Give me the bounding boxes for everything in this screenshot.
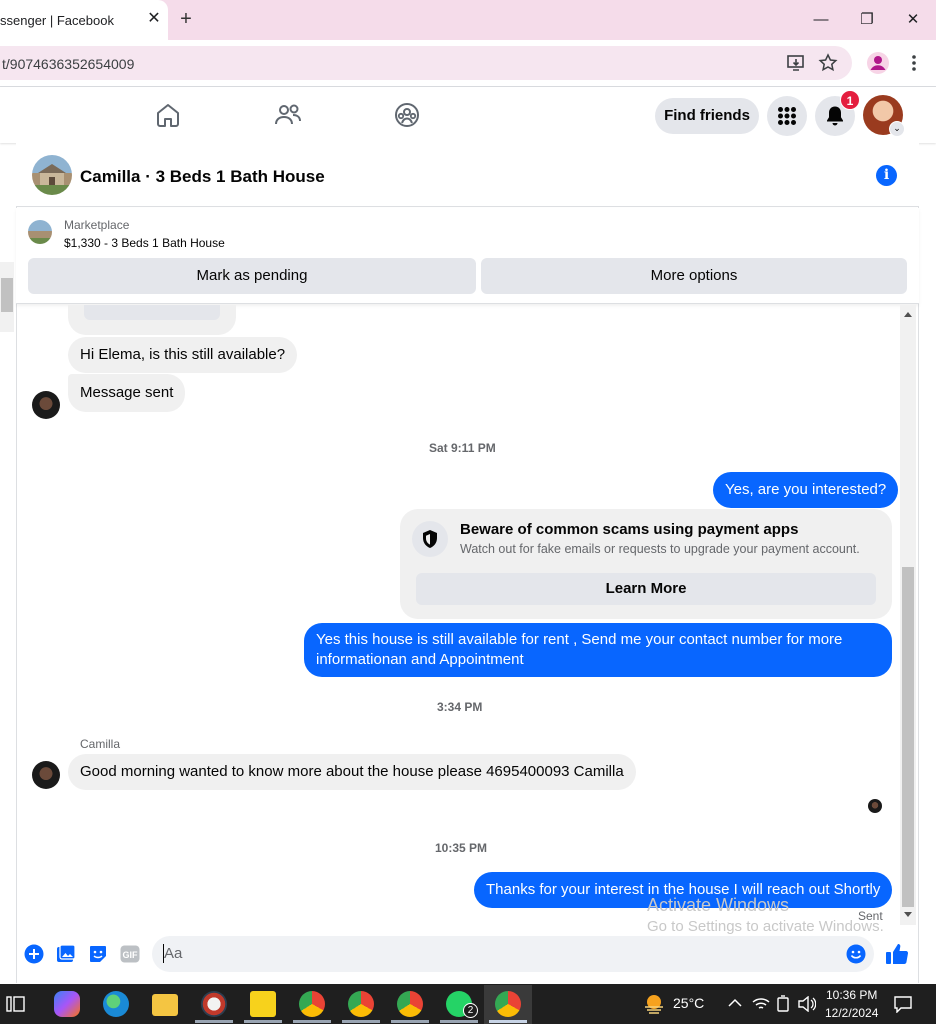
running-indicator bbox=[195, 1020, 233, 1023]
install-app-icon[interactable] bbox=[786, 54, 806, 72]
buyer-details-button[interactable] bbox=[84, 305, 220, 320]
chrome-profile-a-icon[interactable] bbox=[299, 991, 325, 1017]
tab-close-icon[interactable]: ✕ bbox=[144, 9, 164, 29]
chrome-profile-icon[interactable] bbox=[866, 51, 890, 75]
timestamp: Sat 9:11 PM bbox=[429, 441, 496, 455]
chrome-profile-b-icon[interactable] bbox=[348, 991, 374, 1017]
url-text[interactable]: t/9074636352654009 bbox=[2, 56, 134, 72]
shield-icon bbox=[412, 521, 448, 557]
running-indicator bbox=[391, 1020, 429, 1023]
notification-center-icon[interactable] bbox=[894, 995, 912, 1013]
browser-tab-strip: ssenger | Facebook ✕ + — ❐ ✕ bbox=[0, 0, 936, 40]
notification-badge: 1 bbox=[840, 90, 860, 110]
browser-tab[interactable]: ssenger | Facebook ✕ bbox=[0, 0, 168, 40]
mark-as-pending-button[interactable]: Mark as pending bbox=[28, 258, 476, 294]
sticky-notes-icon[interactable] bbox=[250, 991, 276, 1017]
activation-watermark: Activate Windows bbox=[647, 895, 790, 915]
buyer-details-card bbox=[68, 305, 236, 335]
contact-avatar[interactable] bbox=[32, 391, 60, 419]
task-view-icon[interactable] bbox=[6, 995, 26, 1013]
message-line: Yes this house is still available for re… bbox=[316, 631, 843, 648]
thread-title[interactable]: Camilla · 3 Beds 1 Bath House bbox=[80, 167, 325, 187]
photo-icon[interactable] bbox=[56, 944, 76, 964]
scam-warning-title: Beware of common scams using payment app… bbox=[460, 521, 799, 538]
svg-text:GIF: GIF bbox=[123, 950, 139, 960]
incoming-message: Message sent bbox=[68, 374, 186, 412]
chevron-down-icon[interactable]: ⌄ bbox=[889, 121, 905, 137]
scam-warning-description: Watch out for fake emails or requests to… bbox=[460, 542, 860, 556]
thread-avatar[interactable] bbox=[32, 155, 72, 195]
groups-icon[interactable] bbox=[393, 101, 421, 129]
clock-time[interactable]: 10:36 PM bbox=[826, 988, 877, 1002]
weather-temperature[interactable]: 25°C bbox=[673, 995, 704, 1011]
more-options-button[interactable]: More options bbox=[481, 258, 907, 294]
chrome-active-icon[interactable] bbox=[495, 991, 521, 1017]
copilot-icon[interactable] bbox=[54, 991, 80, 1017]
info-icon[interactable]: i bbox=[876, 165, 897, 186]
seen-avatar bbox=[868, 799, 882, 813]
clock-date[interactable]: 12/2/2024 bbox=[825, 1006, 878, 1020]
contact-avatar[interactable] bbox=[32, 761, 60, 789]
activation-watermark-detail: Go to Settings to activate Windows. bbox=[647, 918, 884, 935]
tab-title: ssenger | Facebook bbox=[0, 13, 114, 28]
scroll-up-icon[interactable] bbox=[903, 310, 913, 318]
sticker-icon[interactable] bbox=[88, 944, 108, 964]
address-bar[interactable]: t/9074636352654009 bbox=[0, 46, 852, 80]
weather-sun-icon[interactable] bbox=[642, 993, 666, 1015]
battery-plug-icon[interactable] bbox=[776, 995, 790, 1013]
wifi-icon[interactable] bbox=[752, 996, 770, 1012]
thumbs-up-icon[interactable] bbox=[885, 942, 909, 966]
running-indicator bbox=[293, 1020, 331, 1023]
marketplace-label: Marketplace bbox=[64, 218, 130, 232]
grid-menu-icon bbox=[778, 107, 796, 125]
bookmark-star-icon[interactable] bbox=[818, 53, 838, 73]
sender-name: Camilla bbox=[80, 737, 121, 751]
active-indicator bbox=[489, 1020, 527, 1023]
running-indicator bbox=[244, 1020, 282, 1023]
chat-scrollbar-thumb[interactable] bbox=[902, 567, 914, 907]
house-thumbnail-icon bbox=[38, 164, 66, 185]
browser-menu-icon[interactable] bbox=[906, 53, 922, 73]
edge-icon[interactable] bbox=[103, 991, 129, 1017]
maximize-button[interactable]: ❐ bbox=[854, 8, 880, 32]
plus-circle-icon[interactable] bbox=[24, 944, 44, 964]
emoji-icon[interactable] bbox=[846, 944, 866, 964]
minimize-button[interactable]: — bbox=[808, 8, 834, 32]
file-explorer-icon[interactable] bbox=[152, 994, 178, 1016]
timestamp: 3:34 PM bbox=[437, 700, 483, 714]
learn-more-button[interactable]: Learn More bbox=[416, 573, 876, 605]
facebook-header: Find friends 1 ⌄ bbox=[0, 87, 936, 143]
chevron-up-icon[interactable] bbox=[728, 998, 742, 1008]
listing-thumbnail[interactable] bbox=[28, 220, 52, 244]
bell-icon bbox=[827, 106, 843, 126]
message-input[interactable] bbox=[152, 936, 874, 972]
address-bar-row: t/9074636352654009 bbox=[0, 40, 936, 86]
scroll-down-icon[interactable] bbox=[903, 911, 913, 919]
incoming-message: Good morning wanted to know more about t… bbox=[68, 754, 636, 790]
volume-icon[interactable] bbox=[798, 996, 816, 1012]
chrome-profile-c-icon[interactable] bbox=[397, 991, 423, 1017]
message-input-placeholder: Aa bbox=[164, 945, 183, 962]
outgoing-message: Yes this house is still available for re… bbox=[304, 623, 892, 677]
menu-button[interactable] bbox=[767, 96, 807, 136]
timestamp: 10:35 PM bbox=[435, 841, 488, 855]
friends-icon[interactable] bbox=[274, 101, 302, 129]
message-line: informationan and Appointment bbox=[316, 651, 524, 668]
running-indicator bbox=[440, 1020, 478, 1023]
incoming-message: Hi Elema, is this still available? bbox=[68, 337, 298, 373]
gif-icon[interactable]: GIF bbox=[120, 945, 140, 963]
home-icon[interactable] bbox=[154, 101, 182, 129]
running-indicator bbox=[342, 1020, 380, 1023]
page-scrollbar-thumb[interactable] bbox=[1, 278, 13, 312]
find-friends-button[interactable]: Find friends bbox=[655, 98, 759, 134]
whatsapp-badge: 2 bbox=[463, 1003, 478, 1018]
listing-title[interactable]: $1,330 - 3 Beds 1 Bath House bbox=[64, 236, 225, 250]
close-window-button[interactable]: ✕ bbox=[900, 8, 926, 32]
paint-app-icon[interactable] bbox=[201, 991, 227, 1017]
new-tab-button[interactable]: + bbox=[176, 8, 196, 30]
outgoing-message: Yes, are you interested? bbox=[713, 472, 899, 508]
